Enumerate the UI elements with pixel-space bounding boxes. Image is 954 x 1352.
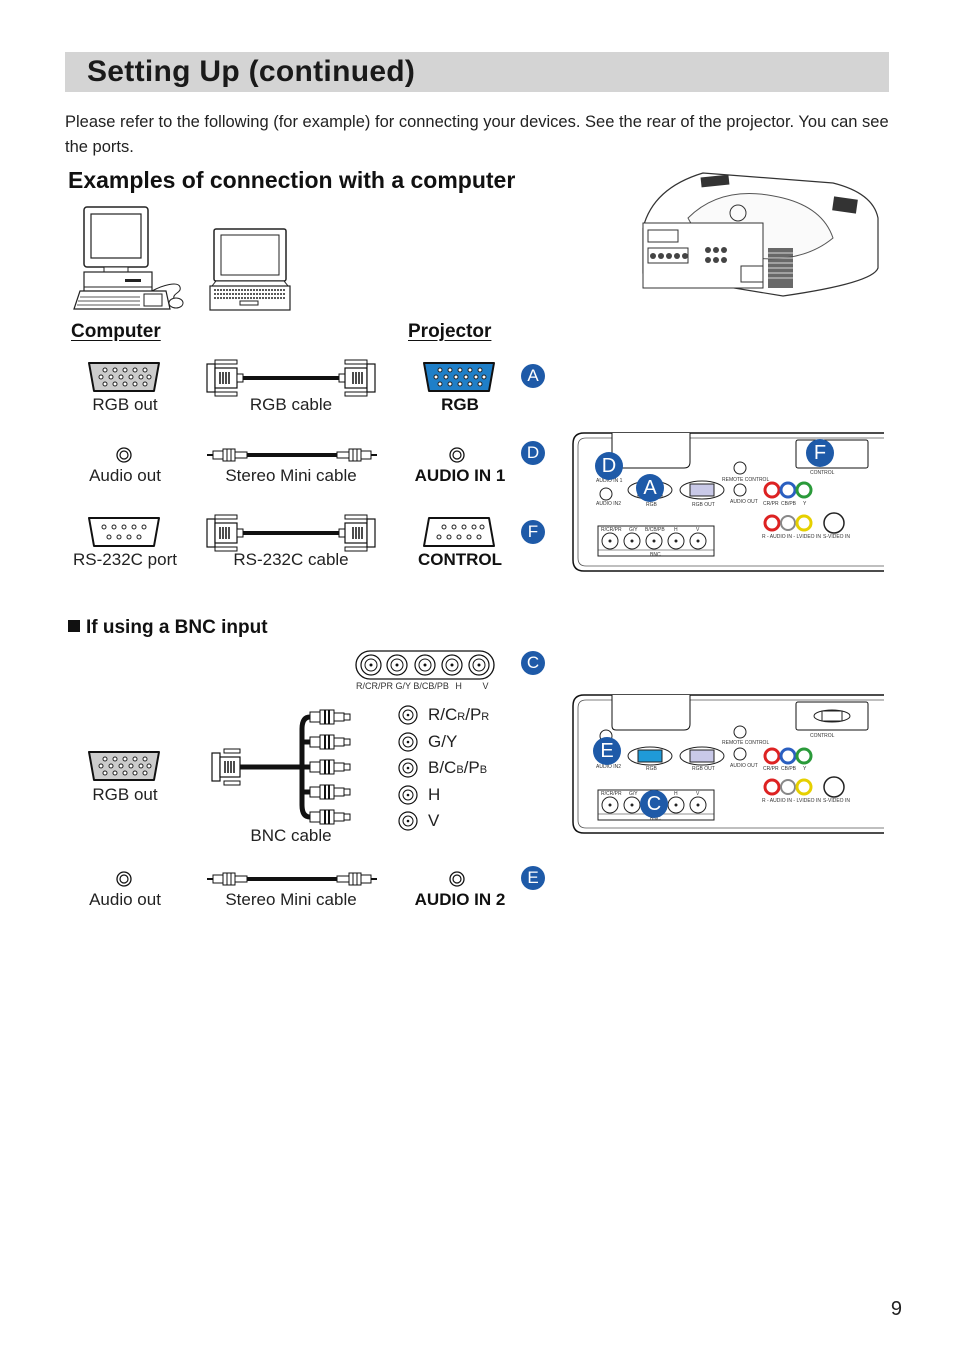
- rp2-marker-c: C: [640, 790, 668, 818]
- rp2-audio-in-lr-label: R - AUDIO IN - L: [762, 798, 800, 804]
- bnc-output-h: H: [397, 782, 527, 809]
- bnc-output-b: B/CB/PB: [397, 755, 527, 782]
- marker-a: A: [521, 364, 545, 388]
- rp1-control-label: CONTROL: [810, 470, 835, 476]
- bnc-audio-out-jack-icon: [116, 871, 132, 887]
- laptop-computer-icon: [209, 228, 291, 311]
- bnc-strip-labels: R/CR/PR G/Y B/CB/PB H V: [356, 681, 489, 691]
- bnc-connector-icon: [398, 705, 418, 725]
- rp2-bnc-port-2: G/Y: [629, 791, 638, 797]
- bnc-strip-icon: [355, 650, 495, 680]
- rp1-video-in-label: VIDEO IN: [799, 534, 821, 540]
- bnc-cable-icon: [211, 709, 351, 825]
- rp1-cr-pr-label: CR/PR: [763, 501, 779, 507]
- rgb-out-label: RGB out: [92, 395, 158, 414]
- audio-in2-jack-icon: [449, 871, 465, 887]
- rp2-bnc-port-5: V: [696, 791, 700, 797]
- marker-f: F: [521, 520, 545, 544]
- projector-illustration: [642, 172, 879, 297]
- rp1-rgb-label: RGB: [646, 502, 657, 508]
- bnc-rgb-out-label: RGB out: [92, 785, 158, 804]
- rp1-bnc-port-2: G/Y: [629, 527, 638, 533]
- rp2-s-video-in-label: S-VIDEO IN: [823, 798, 850, 804]
- rp2-control-label: CONTROL: [810, 733, 835, 739]
- rgb-out-port-icon: [88, 362, 160, 392]
- rp1-bnc-port-5: V: [696, 527, 700, 533]
- rp2-marker-e: E: [593, 737, 621, 765]
- desktop-computer-icon: [73, 206, 184, 310]
- rp2-cr-pr-label: CR/PR: [763, 766, 779, 772]
- rp1-bnc-port-3: B/CB/PB: [645, 527, 665, 533]
- bnc-output-v: V: [397, 808, 527, 835]
- rp1-s-video-in-label: S-VIDEO IN: [823, 534, 850, 540]
- projector-column-header: Projector: [408, 321, 492, 342]
- rp1-y-label: Y: [803, 501, 807, 507]
- stereo-mini-cable-label: Stereo Mini cable: [225, 466, 357, 485]
- rp2-bnc-port-1: R/CR/PR: [601, 791, 622, 797]
- bnc-connector-icon: [398, 758, 418, 778]
- rp1-bnc-port-1: R/CR/PR: [601, 527, 622, 533]
- rp1-remote-control-label: REMOTE CONTROL: [722, 477, 770, 483]
- rp1-audio-out-label: AUDIO OUT: [730, 499, 758, 505]
- rear-panel-2: AUDIO IN2 RGB RGB OUT REMOTE CONTROL AUD…: [572, 694, 884, 834]
- rgb-in-port-icon: [423, 362, 495, 392]
- bnc-output-r: R/CR/PR: [397, 702, 527, 729]
- rp2-video-in-label: VIDEO IN: [799, 798, 821, 804]
- section-title: Examples of connection with a computer: [68, 167, 516, 193]
- control-port-icon: [423, 517, 495, 547]
- rp1-audio-in2-label: AUDIO IN2: [596, 501, 622, 507]
- bnc-connector-icon: [398, 732, 418, 752]
- bnc-rgb-out-port-icon: [88, 751, 160, 781]
- rp1-bnc-label: BNC: [650, 552, 661, 558]
- rp2-cb-pb-label: CB/PB: [781, 766, 797, 772]
- rp2-rgb-out-label: RGB OUT: [692, 766, 715, 772]
- audio-in1-jack-icon: [449, 447, 465, 463]
- bnc-output-list: R/CR/PR G/Y B/CB/PB H V: [397, 702, 527, 835]
- audio-in1-label: AUDIO IN 1: [414, 466, 506, 485]
- bnc-output-g: G/Y: [397, 729, 527, 756]
- audio-out-label: Audio out: [89, 466, 161, 485]
- audio-out-jack-icon: [116, 447, 132, 463]
- bullet-square-icon: [68, 620, 80, 632]
- rp1-audio-in-lr-label: R - AUDIO IN - L: [762, 534, 800, 540]
- bnc-stereo-mini-cable-icon: [207, 872, 377, 886]
- page-number: 9: [890, 1298, 902, 1320]
- page-title: Setting Up (continued): [87, 55, 416, 88]
- bnc-stereo-mini-cable-label: Stereo Mini cable: [225, 890, 357, 909]
- rp1-marker-f: F: [806, 439, 834, 467]
- rp1-cb-pb-label: CB/PB: [781, 501, 797, 507]
- rp1-bnc-port-4: H: [674, 527, 678, 533]
- rgb-cable-icon: [206, 359, 376, 397]
- rp1-marker-a: A: [636, 474, 664, 502]
- bnc-audio-out-label: Audio out: [89, 890, 161, 909]
- rs232c-cable-label: RS-232C cable: [233, 550, 349, 569]
- rs232c-port-icon: [88, 517, 160, 547]
- intro-text: Please refer to the following (for examp…: [65, 113, 889, 156]
- marker-d: D: [521, 441, 545, 465]
- bnc-connector-icon: [398, 785, 418, 805]
- marker-e: E: [521, 866, 545, 890]
- rp1-rgb-out-label: RGB OUT: [692, 502, 715, 508]
- rp2-bnc-port-4: H: [674, 791, 678, 797]
- bnc-connector-icon: [398, 811, 418, 831]
- stereo-mini-cable-icon: [207, 448, 377, 462]
- rp2-audio-out-label: AUDIO OUT: [730, 763, 758, 769]
- bnc-section-title: If using a BNC input: [68, 617, 268, 639]
- rgb-in-label: RGB: [441, 395, 479, 414]
- rs232c-cable-icon: [206, 514, 376, 552]
- marker-c: C: [521, 651, 545, 675]
- rp1-marker-d: D: [595, 452, 623, 480]
- rp2-remote-control-label: REMOTE CONTROL: [722, 740, 770, 746]
- rs232c-port-label: RS-232C port: [73, 550, 177, 569]
- computer-column-header: Computer: [71, 321, 161, 342]
- rp2-rgb-label: RGB: [646, 766, 657, 772]
- rgb-cable-label: RGB cable: [249, 395, 333, 414]
- rear-panel-1: AUDIO IN 1 AUDIO IN2 RGB RGB OUT REMOTE …: [572, 432, 884, 572]
- control-label: CONTROL: [417, 550, 503, 569]
- audio-in2-label: AUDIO IN 2: [414, 890, 506, 909]
- bnc-cable-label: BNC cable: [250, 826, 332, 845]
- rp2-y-label: Y: [803, 766, 807, 772]
